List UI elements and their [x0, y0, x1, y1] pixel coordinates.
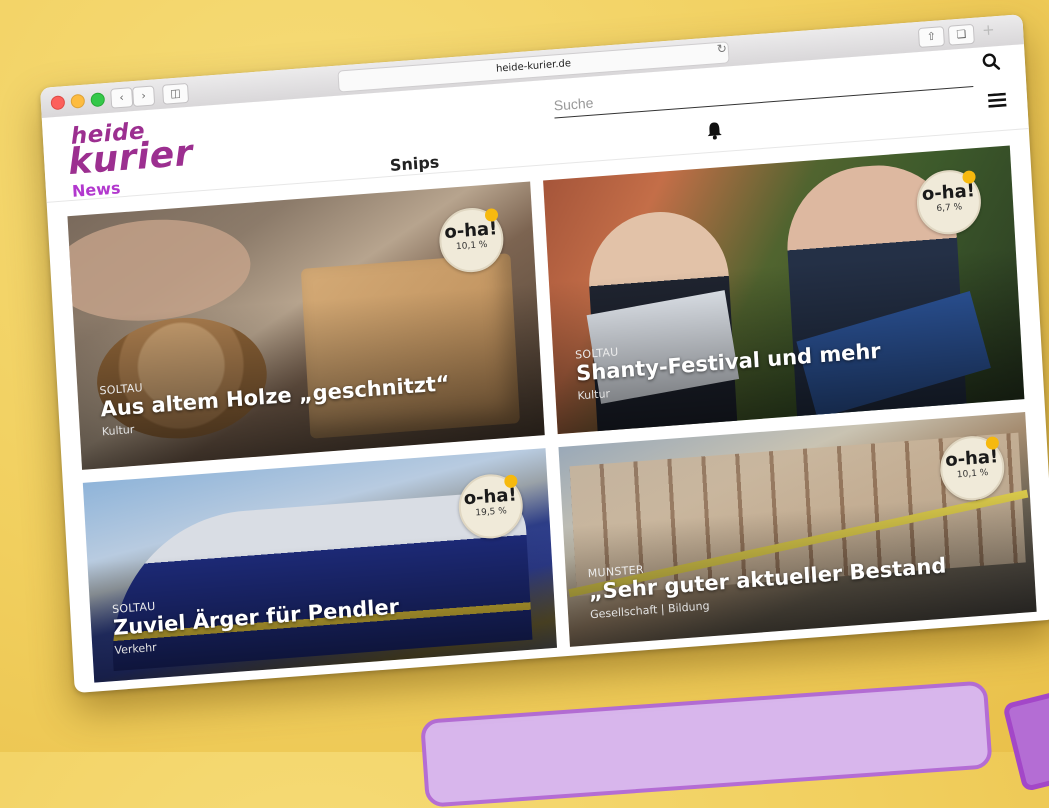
nav-news[interactable]: News [71, 178, 121, 201]
article-tile[interactable]: o-ha! 10,1 % SOLTAU Aus altem Holze „ges… [67, 181, 545, 470]
scene: ‹ › ◫ heide-kurier.de ↻ ⇧ ❏ + heide kuri… [0, 0, 1049, 808]
sidebar-button[interactable]: ◫ [162, 82, 190, 105]
search-input[interactable] [553, 69, 934, 114]
search-icon[interactable] [981, 52, 1001, 75]
promo-corner [1002, 687, 1049, 793]
logo-bottom[interactable]: kurier [67, 133, 194, 183]
promo-card [420, 680, 993, 808]
back-icon: ‹ [119, 90, 125, 105]
close-window-button[interactable] [50, 95, 66, 111]
menu-icon[interactable] [987, 92, 1007, 112]
plus-icon[interactable]: + [982, 20, 996, 39]
badge-label: o-ha! [443, 218, 498, 244]
share-button[interactable]: ⇧ [917, 26, 945, 48]
back-button[interactable]: ‹ [110, 87, 134, 109]
badge-label: o-ha! [921, 180, 976, 206]
tabs-button[interactable]: ❏ [947, 23, 975, 46]
bell-icon[interactable] [706, 121, 723, 144]
sidebar-icon: ◫ [169, 86, 182, 101]
forward-button[interactable]: › [132, 85, 156, 108]
share-icon: ⇧ [926, 29, 937, 44]
window-controls [50, 92, 106, 111]
article-tile[interactable]: o-ha! 19,5 % SOLTAU Zuviel Ärger für Pen… [82, 448, 558, 683]
browser-window: ‹ › ◫ heide-kurier.de ↻ ⇧ ❏ + heide kuri… [40, 14, 1049, 694]
article-tile[interactable]: o-ha! 10,1 % MUNSTER „Sehr guter aktuell… [558, 412, 1037, 647]
zoom-window-button[interactable] [90, 92, 106, 108]
forward-icon: › [141, 89, 147, 103]
badge-label: o-ha! [944, 446, 999, 472]
article-tile[interactable]: o-ha! 6,7 % SOLTAU Shanty-Festival und m… [543, 145, 1025, 435]
badge-label: o-ha! [463, 484, 518, 510]
tabs-icon: ❏ [955, 27, 967, 42]
reload-icon[interactable]: ↻ [716, 41, 727, 56]
nav-snips[interactable]: Snips [389, 152, 439, 175]
minimize-window-button[interactable] [70, 93, 86, 109]
